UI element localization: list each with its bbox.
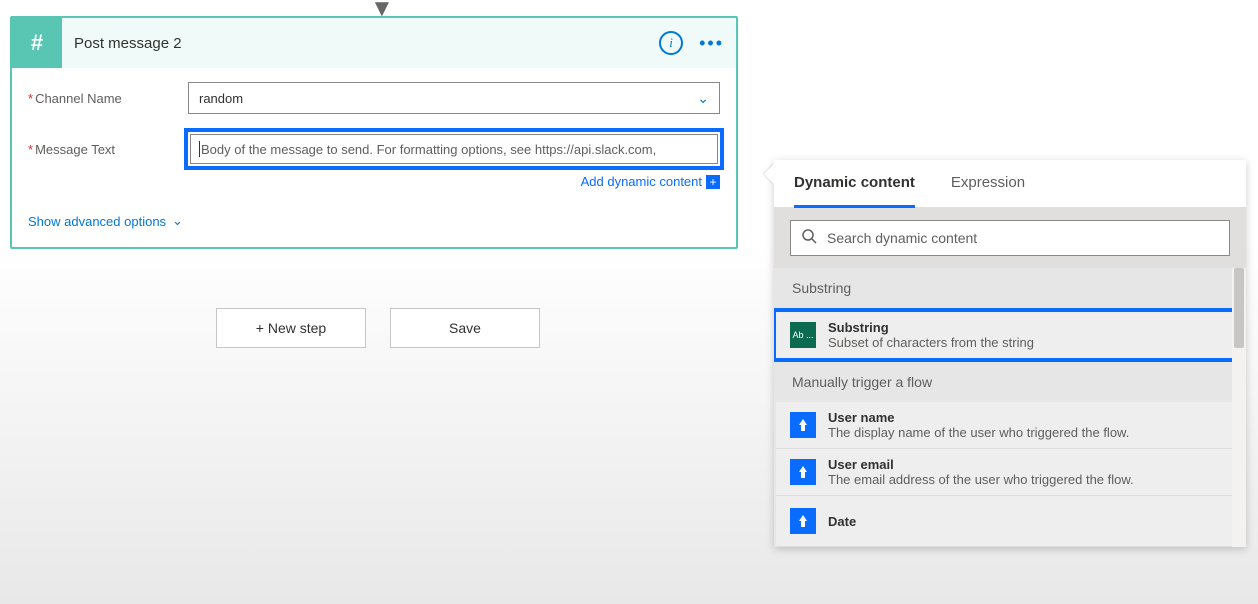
channel-name-label: *Channel Name: [28, 91, 188, 106]
show-advanced-options-link[interactable]: Show advanced options⌄: [28, 213, 720, 229]
search-input[interactable]: Search dynamic content: [790, 220, 1230, 256]
message-text-label: *Message Text: [28, 142, 188, 157]
message-text-highlight: Body of the message to send. For formatt…: [184, 128, 724, 170]
panel-pointer-icon: [764, 164, 774, 184]
message-text-input[interactable]: Body of the message to send. For formatt…: [190, 134, 718, 164]
trigger-icon: [790, 412, 816, 438]
dyn-item-substring[interactable]: Ab ... Substring Subset of characters fr…: [774, 308, 1236, 362]
card-menu-button[interactable]: •••: [699, 33, 724, 54]
panel-tabs: Dynamic content Expression: [774, 160, 1246, 208]
search-placeholder: Search dynamic content: [827, 230, 977, 246]
slack-hash-icon: #: [12, 18, 62, 68]
tab-dynamic-content[interactable]: Dynamic content: [794, 160, 915, 208]
scrollbar[interactable]: [1232, 268, 1246, 547]
action-card-post-message: # Post message 2 i ••• *Channel Name ran…: [10, 16, 738, 249]
info-icon[interactable]: i: [659, 31, 683, 55]
dyn-item-user-email[interactable]: User email The email address of the user…: [776, 449, 1232, 496]
channel-name-select[interactable]: random ⌄: [188, 82, 720, 114]
channel-name-value: random: [199, 91, 243, 106]
section-header-manual-trigger: Manually trigger a flow: [774, 362, 1246, 402]
dyn-item-title: Substring: [828, 320, 1034, 335]
dyn-item-sub: Subset of characters from the string: [828, 335, 1034, 350]
card-header[interactable]: # Post message 2 i •••: [12, 18, 736, 68]
chevron-down-icon: ⌄: [697, 90, 709, 107]
card-title: Post message 2: [62, 35, 659, 52]
dyn-item-user-name[interactable]: User name The display name of the user w…: [776, 402, 1232, 449]
plus-icon: +: [706, 175, 720, 189]
designer-buttons: + New step Save: [216, 308, 540, 348]
message-text-placeholder: Body of the message to send. For formatt…: [201, 142, 656, 157]
dynamic-content-panel: Dynamic content Expression Search dynami…: [774, 160, 1246, 547]
save-button[interactable]: Save: [390, 308, 540, 348]
dyn-item-sub: The email address of the user who trigge…: [828, 472, 1134, 487]
dyn-item-title: User name: [828, 410, 1129, 425]
card-body: *Channel Name random ⌄ *Message Text Bod…: [12, 68, 736, 247]
add-dynamic-content-link[interactable]: Add dynamic content+: [581, 174, 720, 189]
panel-body: Substring Ab ... Substring Subset of cha…: [774, 268, 1246, 547]
search-icon: [801, 228, 817, 248]
substring-icon: Ab ...: [790, 322, 816, 348]
dyn-item-title: User email: [828, 457, 1134, 472]
chevron-down-icon: ⌄: [172, 213, 183, 229]
dyn-item-sub: The display name of the user who trigger…: [828, 425, 1129, 440]
trigger-icon: [790, 459, 816, 485]
dyn-item-date[interactable]: Date: [776, 496, 1232, 547]
section-header-substring: Substring: [774, 268, 1246, 308]
trigger-icon: [790, 508, 816, 534]
dyn-item-title: Date: [828, 514, 856, 529]
new-step-button[interactable]: + New step: [216, 308, 366, 348]
tab-expression[interactable]: Expression: [951, 160, 1025, 207]
